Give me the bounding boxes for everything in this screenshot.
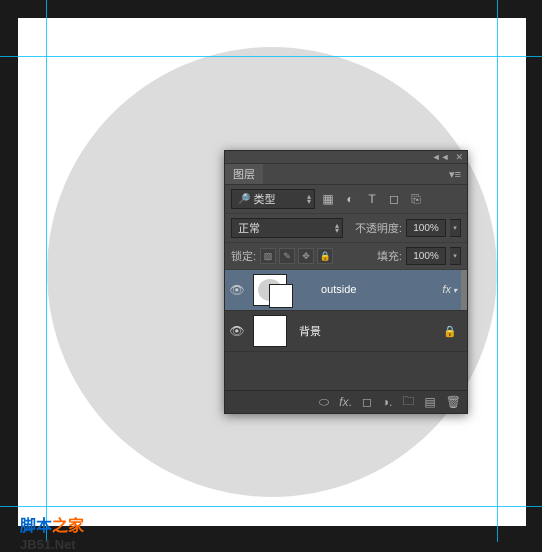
visibility-icon[interactable]: 👁 [225, 283, 249, 297]
fill-input[interactable]: 100% [406, 247, 446, 265]
filter-type-select[interactable]: 🔎 类型 ▴▾ [231, 189, 315, 209]
layers-list: 👁 outside fx▾ 👁 背景 🔒 [225, 270, 467, 390]
visibility-icon[interactable]: 👁 [225, 324, 249, 338]
collapse-icon[interactable]: ◄◄ [432, 152, 450, 162]
lock-row: 锁定: ▨ ✎ ✥ 🔒 填充: 100% ▾ [225, 243, 467, 270]
panel-tabs: 图层 ▾≡ [225, 164, 467, 185]
blend-row: 正常 ▴▾ 不透明度: 100% ▾ [225, 214, 467, 243]
filter-label: 类型 [254, 191, 276, 207]
blend-mode-select[interactable]: 正常 ▴▾ [231, 218, 343, 238]
layers-scrollbar[interactable] [461, 270, 467, 310]
opacity-input[interactable]: 100% [406, 219, 446, 237]
delete-layer-icon[interactable]: 🗑 [446, 395, 461, 409]
layer-fx-indicator[interactable]: fx▾ [442, 284, 457, 296]
opacity-label: 不透明度: [355, 220, 402, 236]
blend-mode-value: 正常 [238, 220, 260, 236]
layer-name[interactable]: 背景 [299, 323, 443, 339]
filter-type-icon[interactable]: T [363, 190, 381, 208]
layer-row[interactable]: 👁 outside fx▾ [225, 270, 467, 311]
layer-row[interactable]: 👁 背景 🔒 [225, 311, 467, 352]
lock-position-icon[interactable]: ✥ [298, 248, 314, 264]
filter-shape-icon[interactable]: ◻ [385, 190, 403, 208]
panel-header-controls: ◄◄ ✕ [225, 151, 467, 164]
lock-buttons: ▨ ✎ ✥ 🔒 [260, 248, 333, 264]
fill-dropdown-icon[interactable]: ▾ [450, 247, 461, 265]
layer-name[interactable]: outside [321, 284, 442, 296]
layer-mask-thumbnail[interactable] [269, 284, 293, 308]
filter-adjust-icon[interactable]: ◐ [341, 190, 359, 208]
close-icon[interactable]: ✕ [455, 152, 463, 163]
new-layer-icon[interactable]: ▤ [424, 395, 435, 409]
layer-mask-icon[interactable]: ◻ [362, 395, 372, 409]
guide-horizontal-top[interactable] [0, 56, 542, 57]
guide-vertical-left[interactable] [46, 0, 47, 542]
lock-transparent-icon[interactable]: ▨ [260, 248, 276, 264]
lock-all-icon[interactable]: 🔒 [317, 248, 333, 264]
lock-indicator-icon: 🔒 [443, 325, 457, 338]
guide-vertical-right[interactable] [497, 0, 498, 542]
lock-pixels-icon[interactable]: ✎ [279, 248, 295, 264]
watermark-url: JB51.Net [20, 537, 76, 552]
filter-smart-icon[interactable]: ⎘ [407, 190, 425, 208]
layer-thumbnail[interactable] [253, 315, 287, 347]
filter-pixel-icon[interactable]: ▦ [319, 190, 337, 208]
panel-footer: ⬭ fx. ◻ ◑. 🗀 ▤ 🗑 [225, 390, 467, 413]
lock-label: 锁定: [231, 248, 256, 264]
layers-empty-space [225, 352, 467, 390]
layer-style-icon[interactable]: fx. [339, 395, 352, 409]
watermark-text: 脚本之家 [20, 512, 84, 536]
guide-horizontal-bottom[interactable] [0, 506, 542, 507]
fill-label: 填充: [377, 248, 402, 264]
search-icon: 🔎 [238, 194, 250, 205]
panel-menu-icon[interactable]: ▾≡ [443, 168, 467, 181]
link-layers-icon[interactable]: ⬭ [319, 395, 329, 410]
group-icon[interactable]: 🗀 [402, 392, 414, 413]
opacity-dropdown-icon[interactable]: ▾ [450, 219, 461, 237]
layers-panel: ◄◄ ✕ 图层 ▾≡ 🔎 类型 ▴▾ ▦ ◐ T ◻ ⎘ 正常 ▴▾ 不透明度:… [224, 150, 468, 414]
filter-row: 🔎 类型 ▴▾ ▦ ◐ T ◻ ⎘ [225, 185, 467, 214]
adjustment-layer-icon[interactable]: ◑. [382, 395, 393, 409]
tab-layers[interactable]: 图层 [225, 164, 263, 184]
